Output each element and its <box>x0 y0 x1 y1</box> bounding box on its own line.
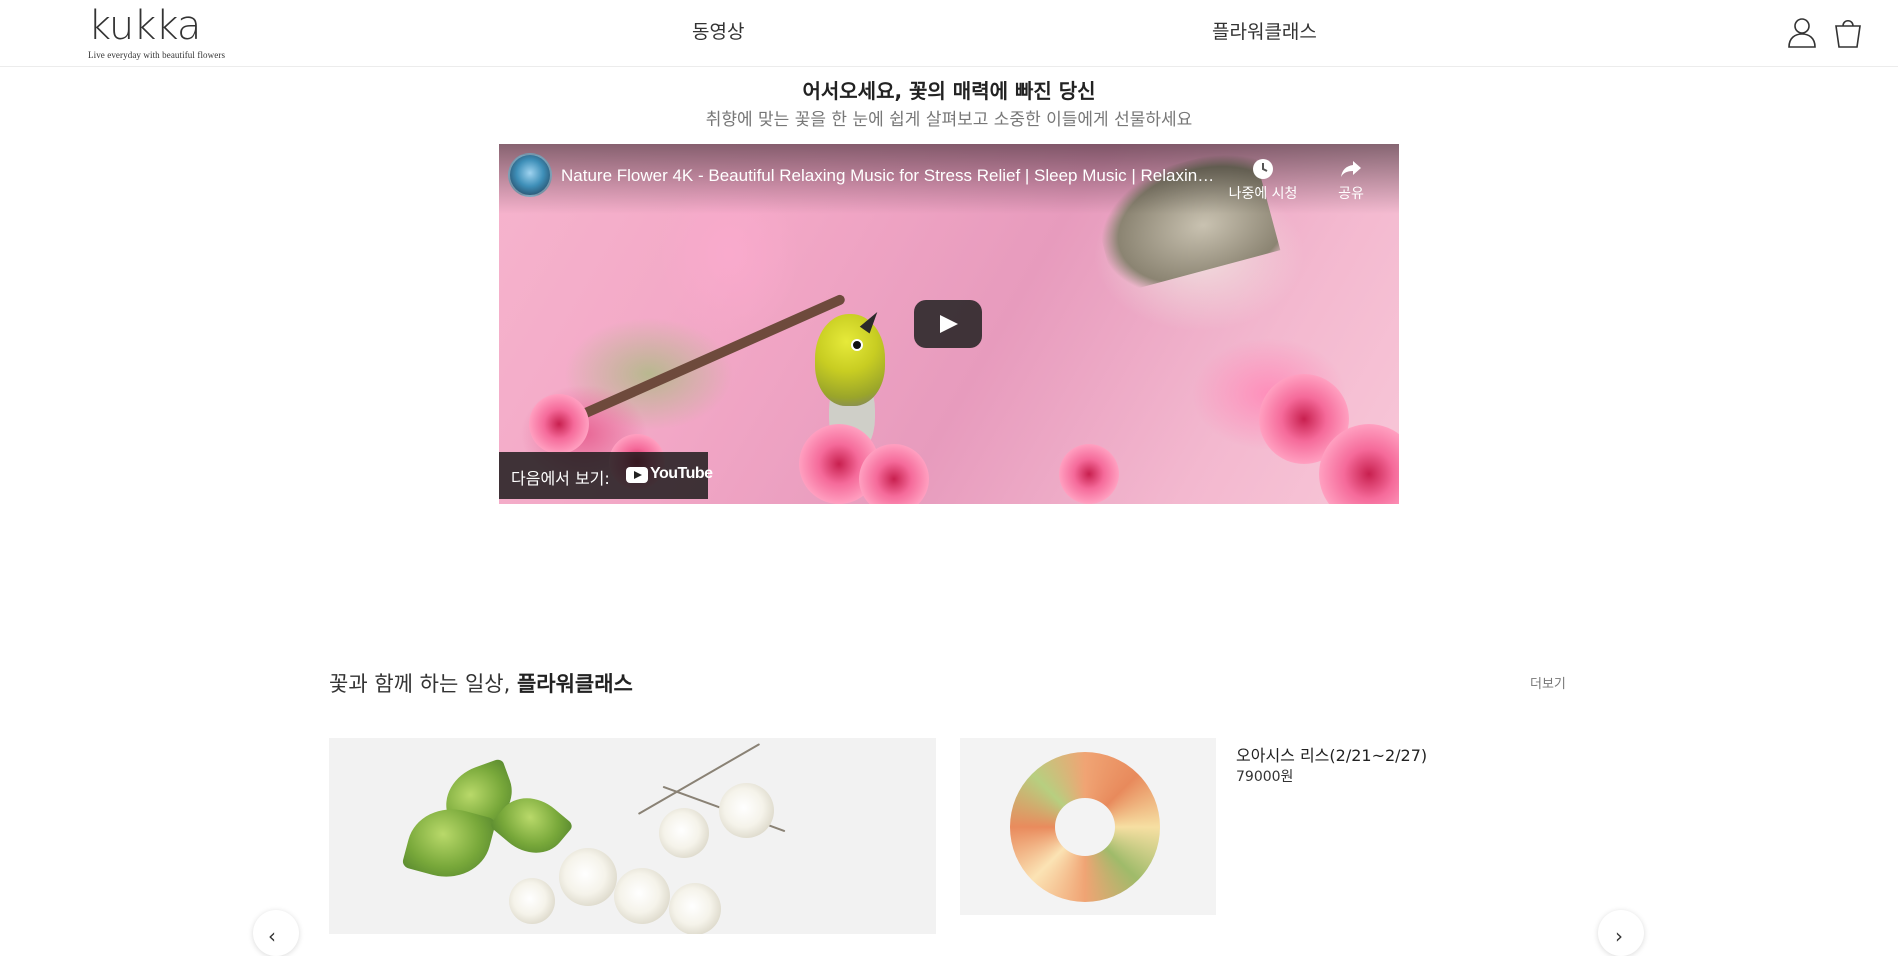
video-thumbnail-bird <box>815 314 885 406</box>
watch-on-label: 다음에서 보기: <box>511 469 610 488</box>
nav-item-videos[interactable]: 동영상 <box>692 17 744 44</box>
video-thumbnail-blossom <box>859 444 929 504</box>
chevron-right-icon: › <box>1615 924 1623 948</box>
welcome-title: 어서오세요, 꽃의 매력에 빠진 당신 <box>802 79 1096 103</box>
logo-tagline: Live everyday with beautiful flowers <box>88 50 226 60</box>
featured-class-image[interactable] <box>329 738 936 934</box>
video-title[interactable]: Nature Flower 4K - Beautiful Relaxing Mu… <box>561 166 1221 186</box>
carousel-prev-button[interactable]: ‹ <box>253 910 299 956</box>
chevron-left-icon: ‹ <box>268 924 276 948</box>
shopping-bag-icon[interactable] <box>1832 15 1864 49</box>
site-logo[interactable]: kukka Live everyday with beautiful flowe… <box>88 4 225 60</box>
arrangement-rose <box>659 808 709 858</box>
video-thumbnail-blossom <box>1059 444 1119 504</box>
welcome-subtitle: 취향에 맞는 꽃을 한 눈에 쉽게 살펴보고 소중한 이들에게 선물하세요 <box>705 110 1193 130</box>
carousel-next-button[interactable]: › <box>1598 910 1644 956</box>
nav-item-flower-class[interactable]: 플라워클래스 <box>1212 17 1317 44</box>
share-button[interactable]: 공유 <box>1311 156 1391 203</box>
arrangement-rose <box>559 848 617 906</box>
channel-avatar[interactable] <box>508 153 552 197</box>
user-icon[interactable] <box>1786 15 1818 49</box>
clock-icon <box>1250 156 1276 182</box>
youtube-play-icon <box>626 467 648 483</box>
section-title-prefix: 꽃과 함께 하는 일상, <box>329 672 517 696</box>
play-icon <box>940 315 958 333</box>
wreath-center <box>1055 798 1115 856</box>
arrangement-rose <box>719 783 774 838</box>
watch-later-button[interactable]: 나중에 시청 <box>1223 156 1303 203</box>
product-name[interactable]: 오아시스 리스(2/21~2/27) <box>1236 742 1427 766</box>
play-button[interactable] <box>914 300 982 348</box>
arrangement-rose <box>669 883 721 934</box>
logo-wordmark: kukka <box>88 3 201 49</box>
more-link[interactable]: 더보기 <box>1530 673 1566 692</box>
share-label: 공유 <box>1338 186 1364 202</box>
youtube-wordmark: YouTube <box>650 465 713 482</box>
product-thumbnail[interactable] <box>960 738 1216 915</box>
arrangement-rose <box>614 868 670 924</box>
flower-class-section-title: 꽃과 함께 하는 일상, 플라워클래스 <box>329 668 633 698</box>
watch-later-label: 나중에 시청 <box>1228 186 1298 202</box>
video-thumbnail-bird-eye <box>851 339 863 351</box>
share-icon <box>1338 156 1364 182</box>
youtube-video-player[interactable]: Nature Flower 4K - Beautiful Relaxing Mu… <box>499 144 1399 504</box>
video-thumbnail-blossom <box>529 394 589 454</box>
section-title-bold: 플라워클래스 <box>516 672 633 696</box>
watch-on-youtube-button[interactable]: 다음에서 보기: YouTube <box>499 452 713 499</box>
product-price: 79000원 <box>1236 769 1294 785</box>
arrangement-rose <box>509 878 555 924</box>
site-header: kukka Live everyday with beautiful flowe… <box>0 0 1898 67</box>
